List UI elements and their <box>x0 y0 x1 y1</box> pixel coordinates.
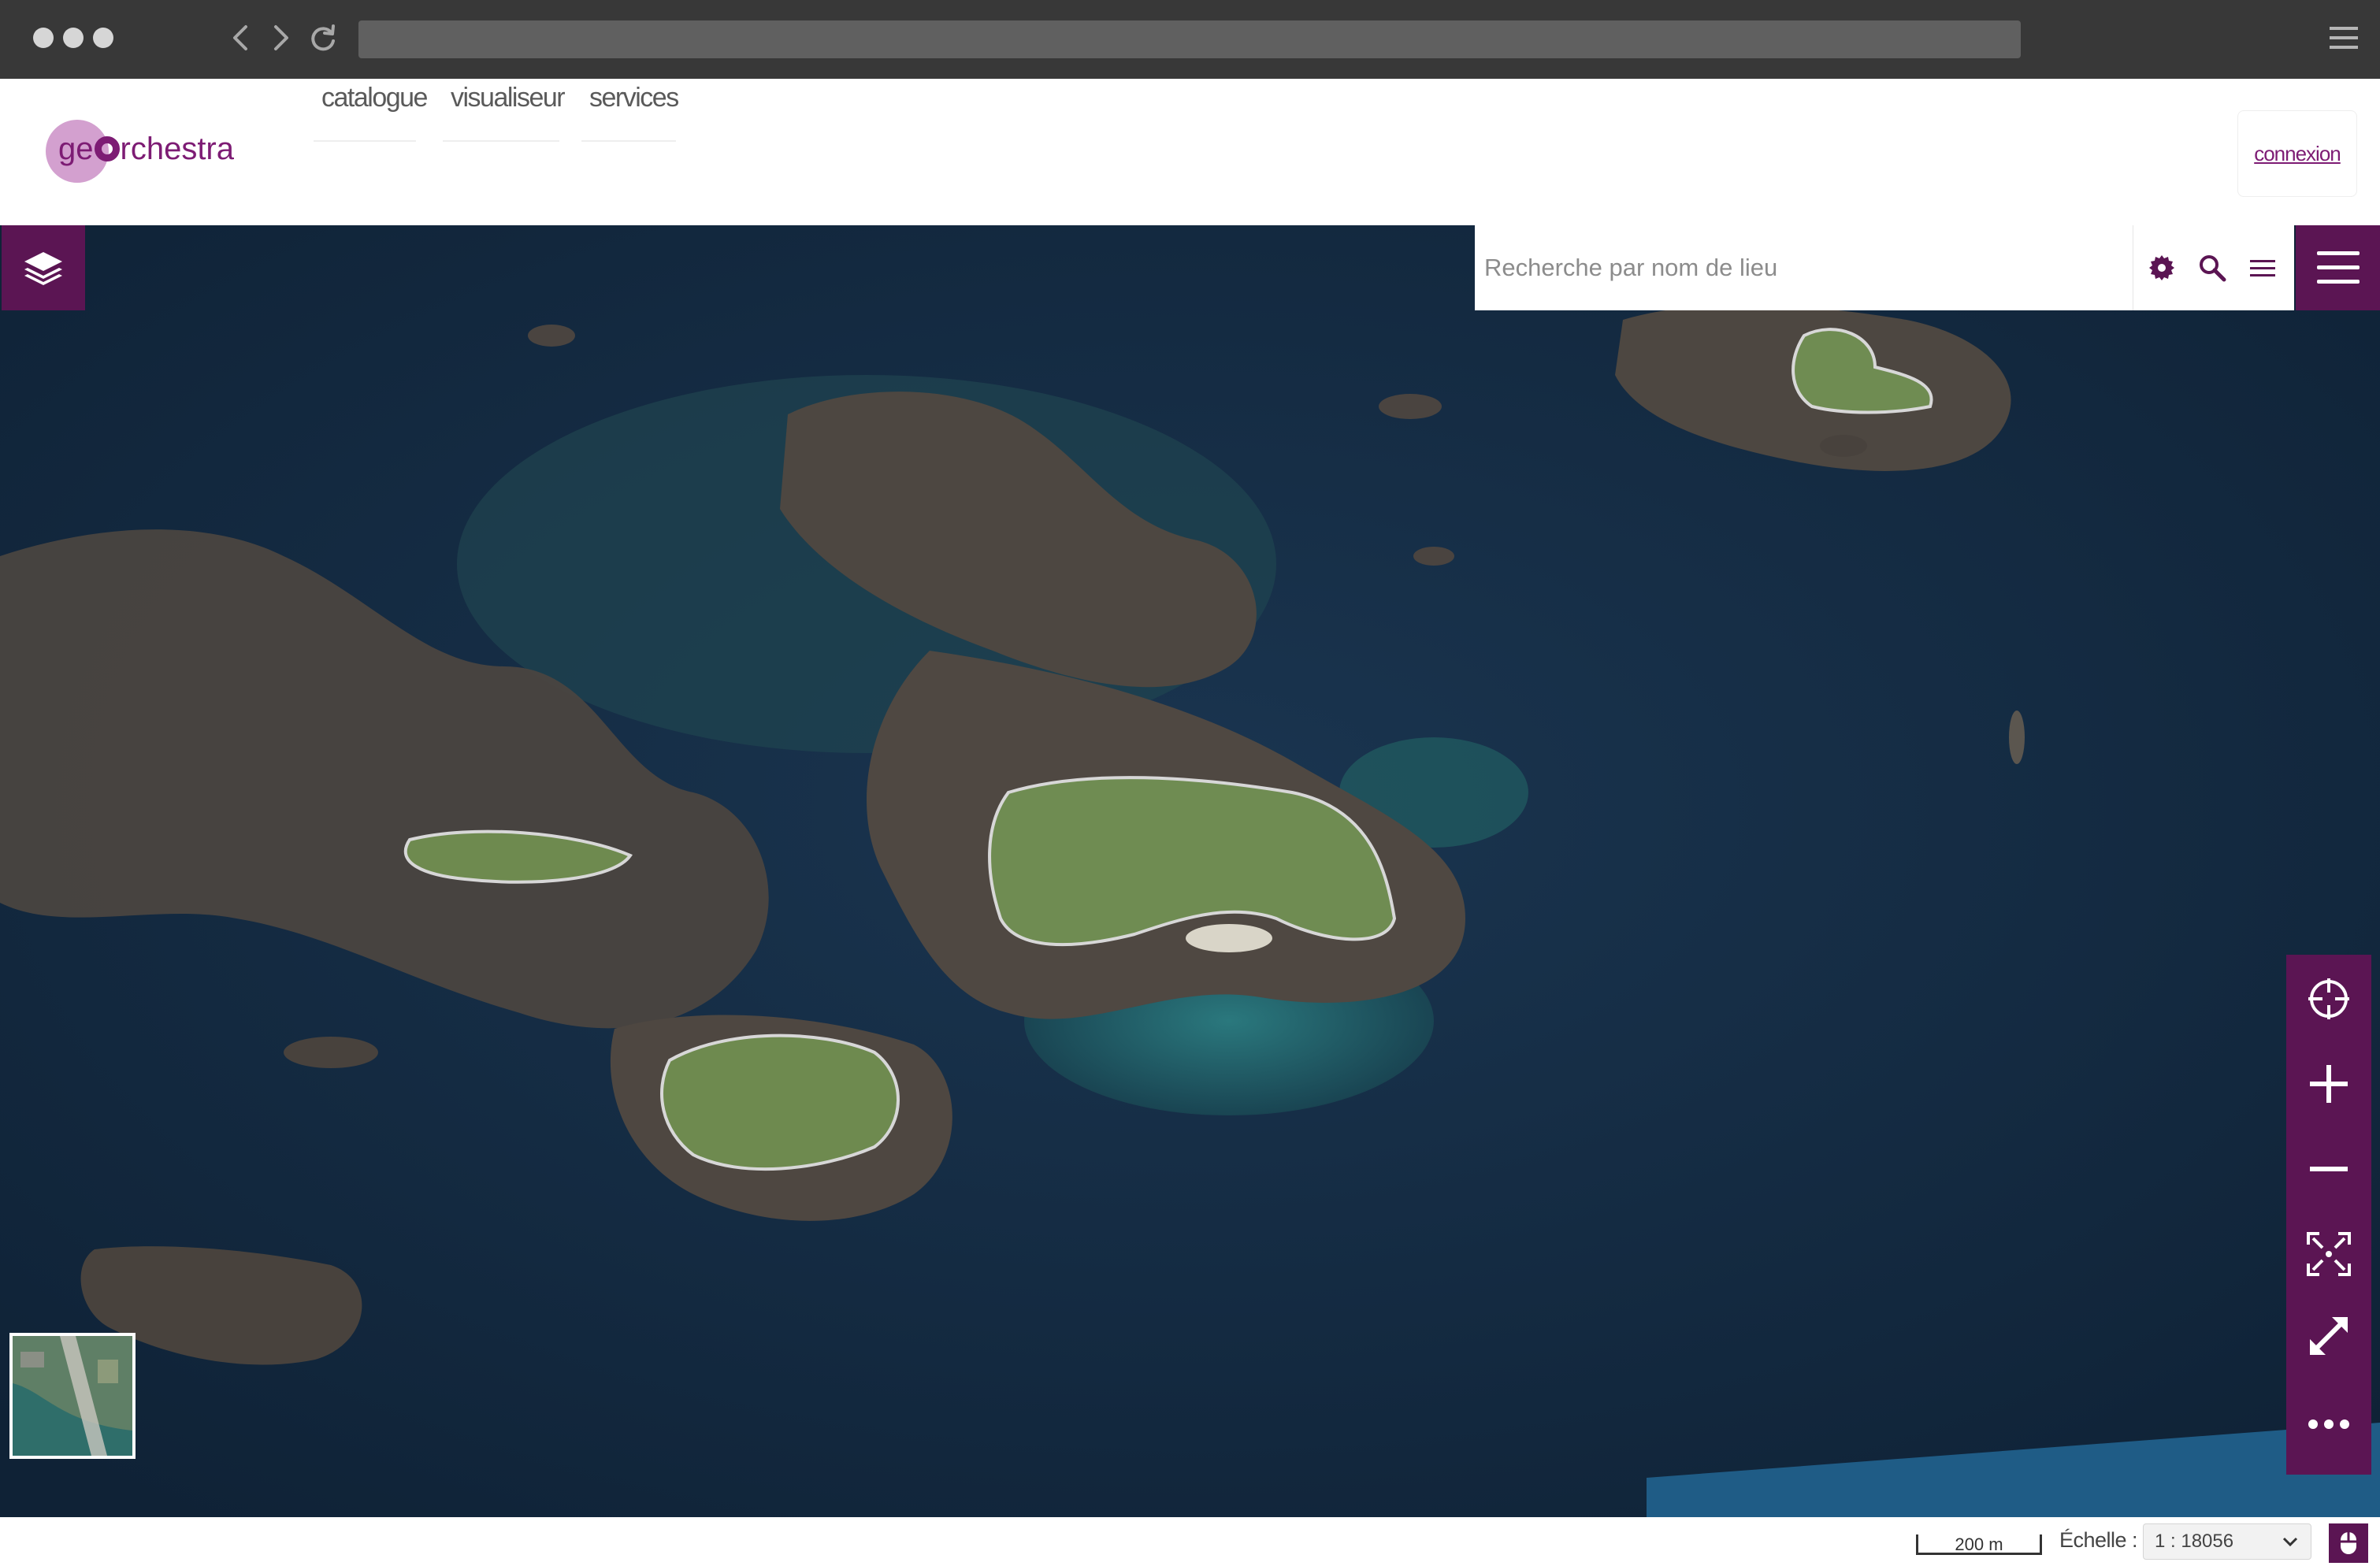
menu-icon <box>2250 260 2275 276</box>
search-settings-button[interactable] <box>2144 250 2179 285</box>
more-icon <box>2308 1419 2349 1429</box>
scale-bar-label: 200 m <box>1955 1534 2003 1554</box>
search-icon <box>2200 255 2226 282</box>
scale-select-value: 1 : 18056 <box>2155 1531 2234 1552</box>
window-close-dot[interactable] <box>33 28 54 48</box>
minus-icon <box>2310 1167 2348 1171</box>
scale-bar: 200 m <box>1916 1534 2042 1555</box>
window-minimize-dot[interactable] <box>63 28 84 48</box>
main-menu-button[interactable] <box>2296 225 2380 310</box>
expand-icon <box>2309 1316 2348 1356</box>
window-maximize-dot[interactable] <box>93 28 113 48</box>
login-container: connexion <box>2237 110 2357 197</box>
minimap-thumbnail <box>13 1336 132 1456</box>
address-bar[interactable] <box>358 20 2021 58</box>
browser-chrome <box>0 0 2380 79</box>
nav-services[interactable]: services <box>581 79 679 142</box>
browser-menu-icon[interactable] <box>2326 22 2361 54</box>
search-options-button[interactable] <box>2245 250 2280 285</box>
nav-visualiseur[interactable]: visualiseur <box>443 79 566 142</box>
map-viewport[interactable] <box>0 225 2380 1517</box>
hamburger-icon <box>2316 251 2360 284</box>
layers-icon <box>24 252 62 285</box>
nav-catalogue[interactable]: catalogue <box>314 79 428 142</box>
crosshair-icon <box>2308 978 2349 1019</box>
scale-select[interactable]: 1 : 18056 <box>2143 1523 2311 1560</box>
overview-minimap[interactable] <box>9 1333 136 1459</box>
app-header: ge rchestra catalogue visualiseur service… <box>0 79 2380 225</box>
place-search <box>1475 225 2294 310</box>
forward-arrow-icon[interactable] <box>265 22 296 54</box>
zoom-out-button[interactable] <box>2286 1130 2371 1208</box>
search-input[interactable] <box>1484 236 2130 299</box>
locate-button[interactable] <box>2286 959 2371 1038</box>
reload-icon[interactable] <box>307 22 339 54</box>
mouse-position-button[interactable] <box>2329 1523 2368 1563</box>
georchestra-logo[interactable]: ge rchestra <box>46 120 274 183</box>
plus-icon <box>2310 1065 2348 1103</box>
gear-icon <box>2149 255 2174 280</box>
map-toolbar <box>2286 955 2371 1475</box>
map-footer: 200 m Échelle : 1 : 18056 <box>0 1517 2380 1566</box>
scale-label: Échelle : <box>2059 1528 2138 1552</box>
zoom-in-button[interactable] <box>2286 1045 2371 1123</box>
search-button[interactable] <box>2195 250 2230 285</box>
logo-o-ring <box>94 136 120 161</box>
chevron-down-icon <box>2282 1537 2298 1547</box>
zoom-to-extent-button[interactable] <box>2286 1215 2371 1293</box>
aerial-imagery[interactable] <box>0 225 2380 1517</box>
fullscreen-button[interactable] <box>2286 1297 2371 1375</box>
back-arrow-icon[interactable] <box>225 22 257 54</box>
more-tools-button[interactable] <box>2286 1385 2371 1464</box>
login-link[interactable]: connexion <box>2254 142 2341 166</box>
mouse-icon <box>2341 1532 2356 1554</box>
logo-text: ge rchestra <box>58 132 234 166</box>
zoom-extent-icon <box>2307 1232 2351 1276</box>
layers-button[interactable] <box>2 225 85 310</box>
